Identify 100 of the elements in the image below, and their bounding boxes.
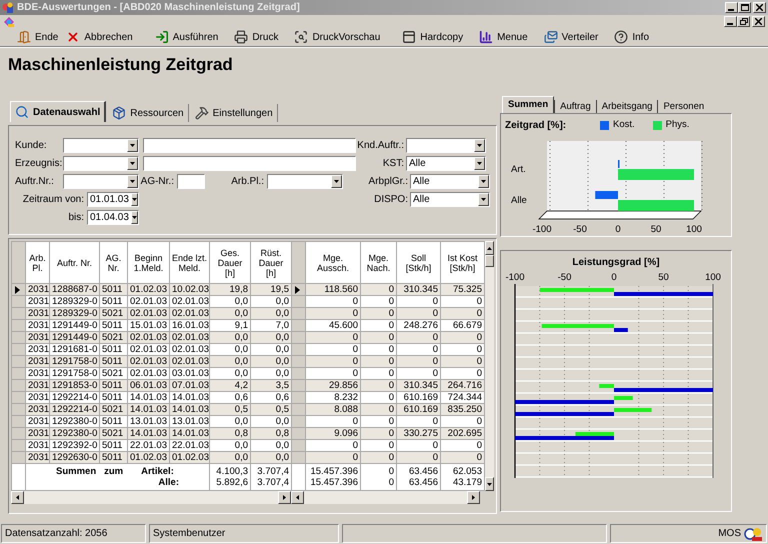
toolbar-button[interactable]: Ende	[14, 28, 62, 46]
field-label: Knd.Auftr.:	[356, 138, 405, 152]
text-field[interactable]	[143, 156, 356, 170]
toolbar-button[interactable]: DruckVorschau	[291, 28, 384, 46]
field-label: DISPO:	[373, 192, 409, 206]
enter-icon	[154, 30, 169, 44]
field-label: ArbplGr.:	[368, 174, 409, 188]
window-icon	[402, 30, 416, 44]
status-count: Datensatzanzahl: 2056	[1, 524, 146, 543]
chart-title: Leistungsgrad [%]	[572, 256, 660, 269]
maximize-button[interactable]	[738, 2, 751, 13]
dropdown-field[interactable]: 01.01.03	[87, 192, 139, 206]
app-icon	[2, 2, 14, 14]
field-label: Erzeugnis:	[15, 156, 63, 170]
toolbar-button[interactable]: Druck	[231, 28, 282, 46]
tick-label: -100	[506, 272, 524, 283]
tab[interactable]: Summen	[502, 96, 554, 113]
horizontal-scrollbar[interactable]	[11, 491, 291, 504]
dropdown-field[interactable]	[406, 138, 486, 152]
vertical-scrollbar[interactable]	[485, 241, 494, 491]
dropdown-field[interactable]	[267, 174, 343, 188]
column-header[interactable]: Auftr. Nr.	[50, 242, 100, 284]
close-icon	[756, 4, 763, 11]
minimize-button[interactable]	[725, 2, 738, 13]
column-header[interactable]: Ende lzt. Meld.	[170, 242, 210, 284]
field-label: Arb.Pl.:	[230, 174, 265, 188]
totals-label: Summen	[56, 466, 96, 477]
column-header[interactable]: Mge. Aussch.	[306, 242, 360, 284]
tick-label: 0	[611, 272, 617, 283]
field-label: AG-Nr.:	[140, 174, 175, 188]
envelopes-icon	[544, 30, 558, 44]
text-field[interactable]	[143, 138, 356, 152]
down-arrow-icon	[487, 482, 492, 486]
dropdown-field[interactable]: Alle	[410, 174, 490, 188]
horizontal-scrollbar[interactable]	[291, 491, 480, 504]
logo-icon	[744, 526, 762, 540]
row-indicator[interactable]	[292, 284, 306, 296]
restore-icon	[740, 18, 748, 25]
field-label: bis:	[67, 210, 85, 224]
hammer-icon	[194, 106, 209, 120]
legend-label: Phys.	[666, 118, 690, 132]
dropdown-field[interactable]	[63, 174, 139, 188]
bar-chart-icon	[479, 30, 494, 44]
tick-label: -50	[573, 224, 587, 235]
close-button[interactable]	[753, 2, 766, 13]
dropdown-field[interactable]: Alle	[406, 156, 486, 170]
tab[interactable]: Ressourcen	[108, 104, 189, 122]
tab[interactable]: Einstellungen	[190, 104, 278, 122]
close-button[interactable]	[752, 16, 765, 27]
status-app: MOS	[718, 527, 741, 541]
toolbar-button[interactable]: Hardcopy	[399, 28, 466, 46]
input-field[interactable]	[177, 174, 205, 188]
field-label: Zeitraum von:	[22, 192, 85, 206]
field-label: Kunde:	[15, 138, 48, 152]
tick-label: -100	[532, 224, 552, 235]
right-arrow-icon	[472, 495, 475, 500]
minimize-button[interactable]	[724, 16, 737, 27]
right-arrow-icon	[283, 495, 286, 500]
toolbar-button[interactable]: Abbrechen	[63, 28, 136, 46]
totals-label: zum	[104, 466, 124, 477]
page-heading: Maschinenleistung Zeitgrad	[8, 55, 233, 74]
column-header[interactable]: Ges. Dauer [h]	[210, 242, 250, 284]
column-header[interactable]: Soll [Stk/h]	[396, 242, 440, 284]
column-header[interactable]: Rüst. Dauer [h]	[250, 242, 292, 284]
column-header[interactable]: Arb. Pl.	[26, 242, 50, 284]
printer-icon	[234, 30, 248, 44]
row-indicator[interactable]	[12, 284, 26, 296]
dropdown-field[interactable]: Alle	[410, 192, 490, 206]
status-user: Systembenutzer	[149, 524, 339, 543]
toolbar-button[interactable]: Ausführen	[152, 28, 222, 46]
restore-button[interactable]	[737, 16, 750, 27]
dropdown-field[interactable]	[63, 138, 139, 152]
tick-label: 100	[705, 272, 721, 283]
category-label: Art.	[511, 164, 526, 175]
dropdown-field[interactable]	[63, 156, 139, 170]
toolbar-button[interactable]: Info	[611, 28, 652, 46]
column-header[interactable]: Ist Kost [Stk/h]	[440, 242, 484, 284]
tick-label: 50	[650, 224, 662, 235]
totals-label: Artikel:	[141, 466, 174, 477]
column-header[interactable]: Mge. Nach.	[360, 242, 396, 284]
category-label: Alle	[511, 195, 527, 206]
tick-label: 0	[615, 224, 621, 235]
scrollbar-thumb[interactable]	[485, 255, 494, 267]
close-icon	[755, 18, 762, 25]
preview-icon	[294, 30, 308, 44]
left-arrow-icon	[16, 495, 19, 500]
tab[interactable]: Datenauswahl	[10, 101, 106, 122]
row-pointer-icon	[15, 286, 20, 294]
document-icon	[3, 16, 15, 28]
column-header[interactable]: Beginn 1.Meld.	[128, 242, 170, 284]
column-header[interactable]: AG. Nr.	[100, 242, 128, 284]
totals-label: Alle:	[158, 477, 179, 488]
field-label: Auftr.Nr.:	[15, 174, 55, 188]
tick-label: 50	[658, 272, 669, 283]
toolbar-button[interactable]: Verteiler	[540, 28, 602, 46]
dropdown-field[interactable]: 01.04.03	[87, 210, 139, 224]
toolbar-button[interactable]: Menue	[476, 28, 531, 46]
tick-label: -50	[558, 272, 572, 283]
maximize-icon	[740, 4, 748, 11]
window-title: BDE-Auswertungen - [ABD020 Maschinenleistung Zeitgrad]	[17, 1, 300, 15]
